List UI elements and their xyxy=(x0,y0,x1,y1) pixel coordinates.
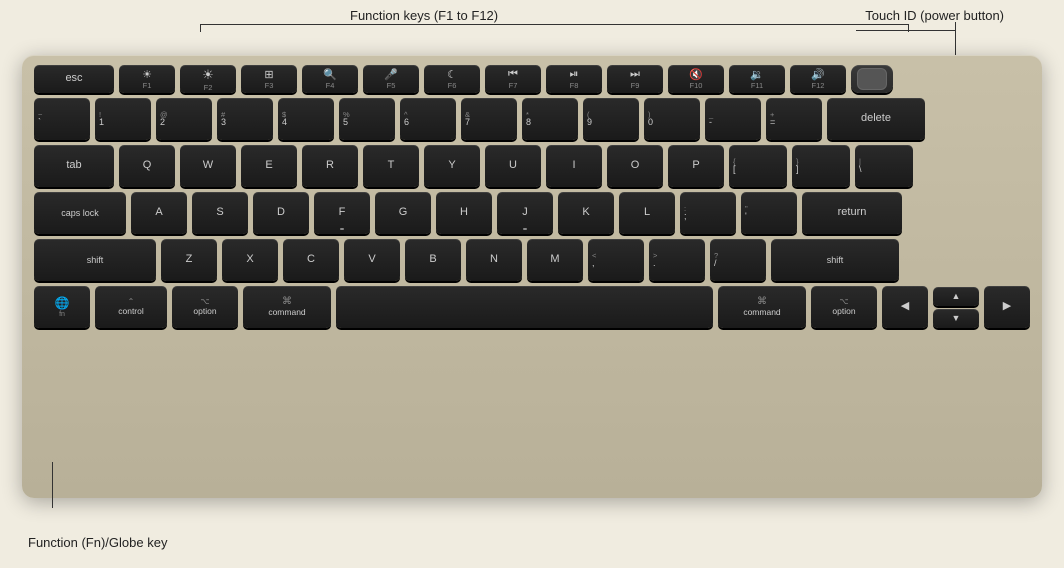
key-f3[interactable]: ⊞ F3 xyxy=(241,65,297,93)
touch-id-line xyxy=(856,30,956,31)
asdf-row: caps lock A S D F G H J K L : ; " ' retu… xyxy=(34,192,1030,234)
key-j[interactable]: J xyxy=(497,192,553,234)
key-arrow-left[interactable]: ◀ xyxy=(882,286,928,328)
key-3[interactable]: # 3 xyxy=(217,98,273,140)
key-f11[interactable]: 🔉 F11 xyxy=(729,65,785,93)
key-p[interactable]: P xyxy=(668,145,724,187)
key-shift-left[interactable]: shift xyxy=(34,239,156,281)
key-f7[interactable]: ⏮ F7 xyxy=(485,65,541,93)
key-5[interactable]: % 5 xyxy=(339,98,395,140)
key-period[interactable]: > . xyxy=(649,239,705,281)
key-lbracket[interactable]: { [ xyxy=(729,145,787,187)
key-f9[interactable]: ⏭ F9 xyxy=(607,65,663,93)
globe-line-vertical xyxy=(52,462,53,508)
bottom-row: 🌐 fn ⌃ control ⌥ option ⌘ command ⌘ comm… xyxy=(34,286,1030,328)
key-x[interactable]: X xyxy=(222,239,278,281)
key-command-left[interactable]: ⌘ command xyxy=(243,286,331,328)
key-control[interactable]: ⌃ control xyxy=(95,286,167,328)
key-quote[interactable]: " ' xyxy=(741,192,797,234)
key-1[interactable]: ! 1 xyxy=(95,98,151,140)
key-z[interactable]: Z xyxy=(161,239,217,281)
key-shift-right[interactable]: shift xyxy=(771,239,899,281)
key-backslash[interactable]: | \ xyxy=(855,145,913,187)
key-delete[interactable]: delete xyxy=(827,98,925,140)
zxcv-row: shift Z X C V B N M < , > . ? / shift xyxy=(34,239,1030,281)
key-return[interactable]: return xyxy=(802,192,902,234)
fn-keys-annotation: Function keys (F1 to F12) xyxy=(350,8,498,23)
key-b[interactable]: B xyxy=(405,239,461,281)
keyboard: esc ☀ F1 ☀ F2 ⊞ F3 🔍 F4 🎤 F5 ☾ F6 ⏮ F7 xyxy=(22,55,1042,498)
key-n[interactable]: N xyxy=(466,239,522,281)
key-7[interactable]: & 7 xyxy=(461,98,517,140)
key-backtick[interactable]: ~ ` xyxy=(34,98,90,140)
key-semicolon[interactable]: : ; xyxy=(680,192,736,234)
key-v[interactable]: V xyxy=(344,239,400,281)
key-t[interactable]: T xyxy=(363,145,419,187)
key-y[interactable]: Y xyxy=(424,145,480,187)
num-row: ~ ` ! 1 @ 2 # 3 $ 4 % 5 ^ 6 & 7 xyxy=(34,98,1030,140)
key-0[interactable]: ) 0 xyxy=(644,98,700,140)
key-f6[interactable]: ☾ F6 xyxy=(424,65,480,93)
key-d[interactable]: D xyxy=(253,192,309,234)
key-q[interactable]: Q xyxy=(119,145,175,187)
key-arrow-up[interactable]: ▲ xyxy=(933,287,979,306)
key-slash[interactable]: ? / xyxy=(710,239,766,281)
key-arrow-right[interactable]: ▶ xyxy=(984,286,1030,328)
key-f1[interactable]: ☀ F1 xyxy=(119,65,175,93)
key-command-right[interactable]: ⌘ command xyxy=(718,286,806,328)
key-m[interactable]: M xyxy=(527,239,583,281)
key-c[interactable]: C xyxy=(283,239,339,281)
key-f12[interactable]: 🔊 F12 xyxy=(790,65,846,93)
key-w[interactable]: W xyxy=(180,145,236,187)
key-equals[interactable]: + = xyxy=(766,98,822,140)
key-k[interactable]: K xyxy=(558,192,614,234)
fn-row: esc ☀ F1 ☀ F2 ⊞ F3 🔍 F4 🎤 F5 ☾ F6 ⏮ F7 xyxy=(34,65,1030,93)
key-o[interactable]: O xyxy=(607,145,663,187)
globe-annotation: Function (Fn)/Globe key xyxy=(28,535,167,550)
key-f10[interactable]: 🔇 F10 xyxy=(668,65,724,93)
key-l[interactable]: L xyxy=(619,192,675,234)
key-9[interactable]: ( 9 xyxy=(583,98,639,140)
key-option-right[interactable]: ⌥ option xyxy=(811,286,877,328)
key-f[interactable]: F xyxy=(314,192,370,234)
fn-keys-bracket xyxy=(200,24,909,32)
key-capslock[interactable]: caps lock xyxy=(34,192,126,234)
key-h[interactable]: H xyxy=(436,192,492,234)
key-rbracket[interactable]: } ] xyxy=(792,145,850,187)
key-4[interactable]: $ 4 xyxy=(278,98,334,140)
key-minus[interactable]: _ - xyxy=(705,98,761,140)
key-i[interactable]: I xyxy=(546,145,602,187)
key-esc[interactable]: esc xyxy=(34,65,114,93)
key-g[interactable]: G xyxy=(375,192,431,234)
key-f5[interactable]: 🎤 F5 xyxy=(363,65,419,93)
key-arrow-down[interactable]: ▼ xyxy=(933,309,979,328)
touch-id-annotation: Touch ID (power button) xyxy=(865,8,1004,23)
key-s[interactable]: S xyxy=(192,192,248,234)
key-f2[interactable]: ☀ F2 xyxy=(180,65,236,93)
arrow-ud-group: ▲ ▼ xyxy=(933,287,979,328)
key-e[interactable]: E xyxy=(241,145,297,187)
key-f4[interactable]: 🔍 F4 xyxy=(302,65,358,93)
key-f8[interactable]: ⏯ F8 xyxy=(546,65,602,93)
key-6[interactable]: ^ 6 xyxy=(400,98,456,140)
key-r[interactable]: R xyxy=(302,145,358,187)
qwerty-row: tab Q W E R T Y U I O P { [ } ] | \ xyxy=(34,145,1030,187)
key-spacebar[interactable] xyxy=(336,286,713,328)
key-2[interactable]: @ 2 xyxy=(156,98,212,140)
key-touch-id[interactable] xyxy=(851,65,893,93)
key-comma[interactable]: < , xyxy=(588,239,644,281)
key-8[interactable]: * 8 xyxy=(522,98,578,140)
key-fn-globe[interactable]: 🌐 fn xyxy=(34,286,90,328)
key-u[interactable]: U xyxy=(485,145,541,187)
key-option-left[interactable]: ⌥ option xyxy=(172,286,238,328)
key-a[interactable]: A xyxy=(131,192,187,234)
key-tab[interactable]: tab xyxy=(34,145,114,187)
